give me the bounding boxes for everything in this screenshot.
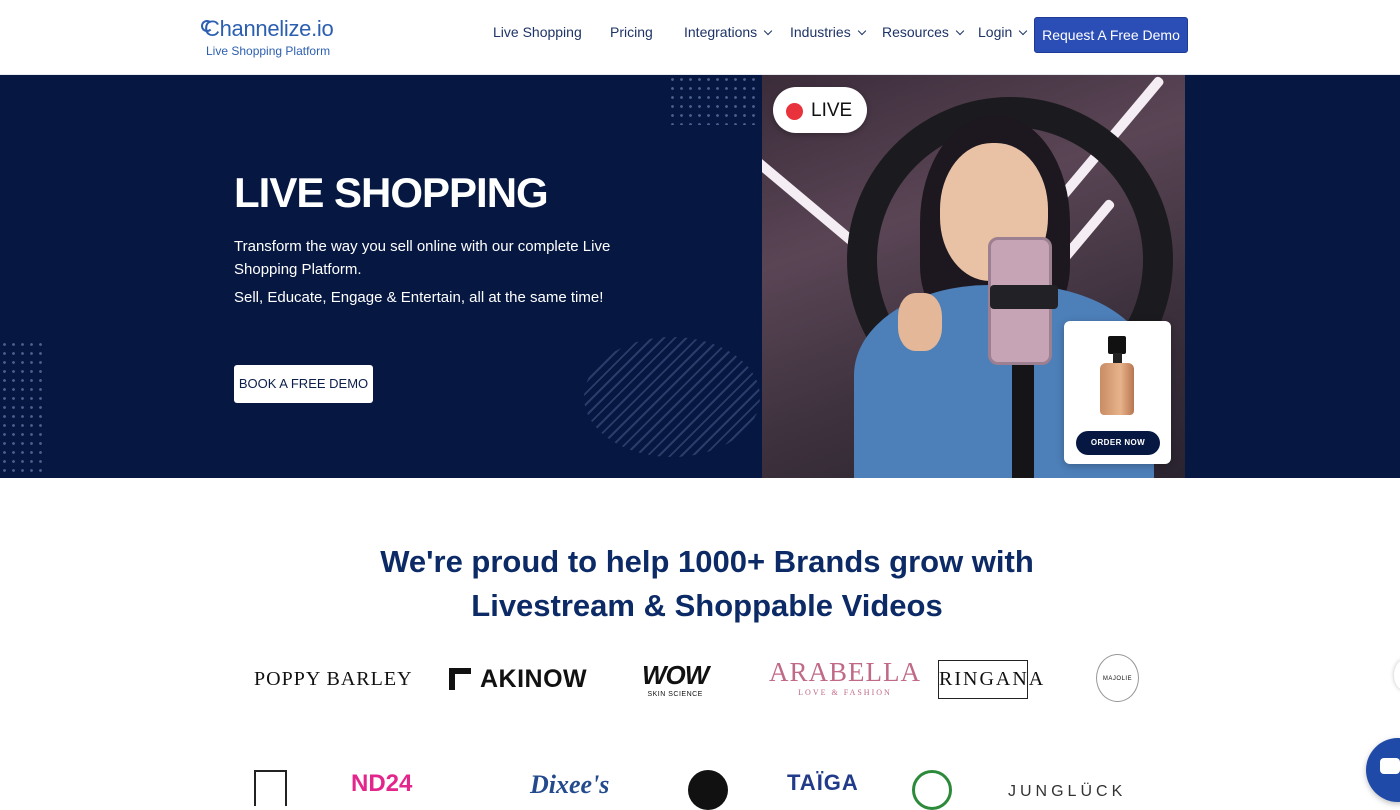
site-header: Channelize.io Live Shopping Platform Liv… <box>0 0 1400 75</box>
request-demo-button[interactable]: Request A Free Demo <box>1034 17 1188 53</box>
phone-mount <box>990 285 1058 309</box>
brand-logo-majolie: MAJOLIE <box>1096 654 1139 702</box>
brand-name: AKINOW <box>480 665 588 693</box>
decorative-stripes <box>584 337 760 457</box>
nav-label: Live Shopping <box>493 24 582 40</box>
brand-name: ARABELLA <box>769 657 921 687</box>
brand-subtitle: SKIN SCIENCE <box>647 691 703 698</box>
brand-logo-circle-icon <box>688 770 728 810</box>
nav-label: Login <box>978 24 1013 40</box>
chat-widget-button[interactable] <box>1366 738 1400 802</box>
chat-icon <box>1380 758 1400 774</box>
nav-label: Integrations <box>684 24 758 40</box>
nav-label: Industries <box>790 24 851 40</box>
brand-logo-door <box>254 770 287 806</box>
hero-description: Transform the way you sell online with o… <box>234 238 611 278</box>
brand-logo-dixees: Dixee's <box>530 770 610 799</box>
tripod-pole <box>1012 365 1034 478</box>
nav-live-shopping[interactable]: Live Shopping <box>493 24 582 46</box>
logo-name: Channelize.io <box>204 16 334 41</box>
nav-login[interactable]: Login <box>978 24 1028 46</box>
order-now-button[interactable]: ORDER NOW <box>1076 431 1160 455</box>
hero-title: LIVE SHOPPING <box>234 169 549 216</box>
nav-integrations[interactable]: Integrations <box>684 24 773 46</box>
brand-logo-ringana: RINGANA <box>938 660 1043 699</box>
brand-name: WOW <box>642 660 709 690</box>
chevron-down-icon <box>1019 26 1028 36</box>
brand-logo-nd24: ND24 <box>351 770 413 797</box>
product-card[interactable]: ORDER NOW <box>1064 321 1171 464</box>
book-demo-button[interactable]: BOOK A FREE DEMO <box>234 365 373 403</box>
brand-logo-junglueck: JUNGLÜCK <box>1008 783 1127 800</box>
bottle-body <box>1100 363 1134 415</box>
hero-subtext: Sell, Educate, Engage & Entertain, all a… <box>234 289 604 306</box>
nav-label: Resources <box>882 24 949 40</box>
brand-subtitle: LOVE & FASHION <box>798 688 892 697</box>
foundation-bottle-icon <box>1108 336 1126 354</box>
decorative-dot-grid <box>0 340 45 475</box>
presenter-hand <box>898 293 942 351</box>
nav-label: Pricing <box>610 24 653 40</box>
brand-logo-poppy-barley: POPPY BARLEY <box>254 668 413 690</box>
decorative-dot-grid <box>668 75 760 125</box>
carousel-next-button[interactable] <box>1394 660 1400 690</box>
brand-logo-tree-icon <box>912 770 952 810</box>
chevron-down-icon <box>955 26 965 36</box>
nav-resources[interactable]: Resources <box>882 24 965 46</box>
chevron-down-icon <box>857 26 866 36</box>
brand-logo-arabella: ARABELLA LOVE & FASHION <box>769 657 921 697</box>
akinow-mark-icon <box>449 668 471 690</box>
bottle-neck <box>1113 353 1122 363</box>
live-label: LIVE <box>811 100 853 121</box>
brand-logo-taiga: TAÏGA <box>787 770 859 795</box>
brand-logo-akinow: AKINOW <box>449 665 587 694</box>
brand-logo-wow: WOW SKIN SCIENCE <box>642 660 709 698</box>
hero-section: LIVE SHOPPING Transform the way you sell… <box>0 75 1400 478</box>
live-badge: LIVE <box>773 87 867 133</box>
nav-industries[interactable]: Industries <box>790 24 866 46</box>
chevron-down-icon <box>763 26 773 36</box>
brands-heading: We're proud to help 1000+ Brands grow wi… <box>380 544 1034 623</box>
logo[interactable]: Channelize.io Live Shopping Platform <box>201 16 354 62</box>
logo-tagline: Live Shopping Platform <box>206 44 331 58</box>
nav-pricing[interactable]: Pricing <box>610 24 653 46</box>
live-dot-icon <box>786 103 803 120</box>
